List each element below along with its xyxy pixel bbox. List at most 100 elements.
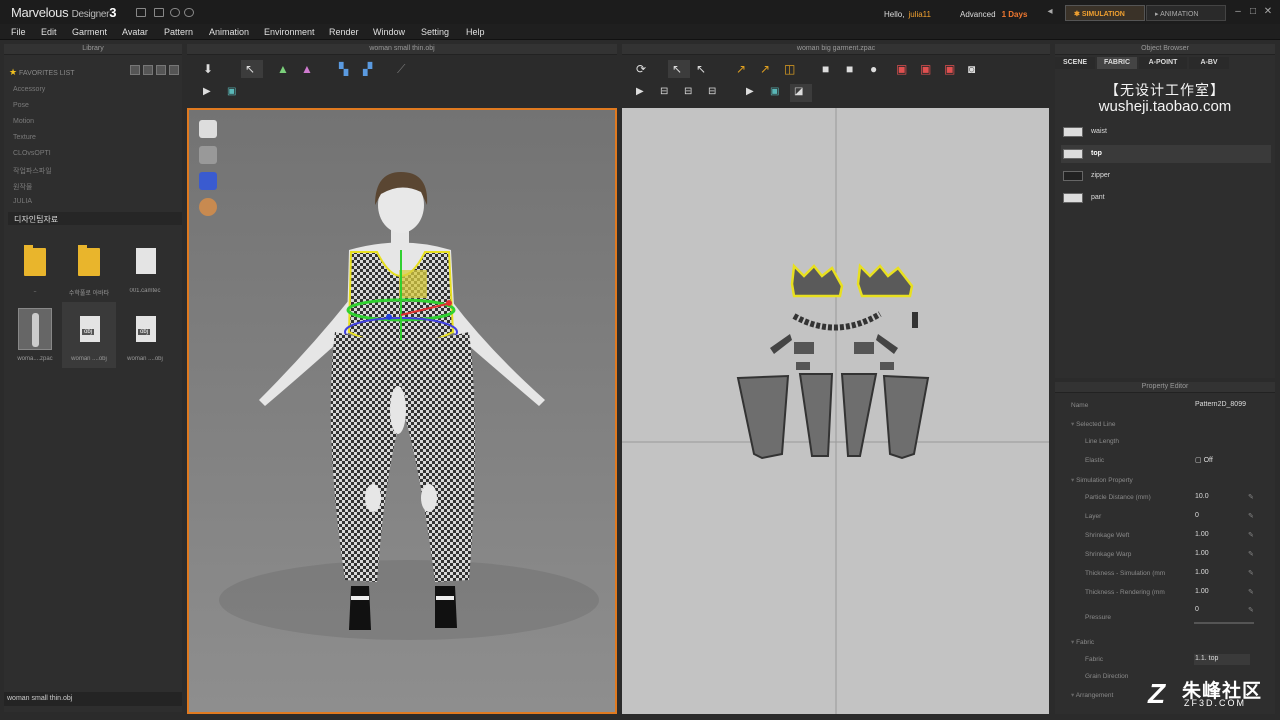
tab-scene[interactable]: SCENE [1055, 57, 1095, 69]
library-item-julia[interactable]: JULIA [13, 198, 32, 205]
circle-icon[interactable]: ● [866, 60, 888, 78]
segment-sewing-icon[interactable]: ▶ [632, 84, 654, 102]
menu-edit[interactable]: Edit [41, 27, 57, 37]
thumb-zpac-file[interactable]: woma....zpac [8, 302, 62, 368]
favorites-list[interactable]: ★ FAVORITES LIST [9, 67, 75, 78]
library-item-texture[interactable]: Texture [13, 134, 36, 141]
rectangle-icon[interactable]: ■ [842, 60, 864, 78]
avatar-render[interactable] [189, 110, 615, 712]
edit-pencil-icon[interactable]: ✎ [1248, 606, 1256, 614]
fold-sewing-icon[interactable]: ⊟ [704, 84, 726, 102]
minimize-icon[interactable]: – [1232, 6, 1244, 18]
arrangement-section[interactable]: Arrangement [1071, 691, 1114, 699]
thumb-parent-folder[interactable]: .. [8, 234, 62, 300]
edit-pencil-icon[interactable]: ✎ [1248, 512, 1256, 520]
menu-setting[interactable]: Setting [421, 27, 449, 37]
add-point-icon[interactable]: ↗ [756, 60, 778, 78]
pin-icon[interactable]: ▞ [359, 60, 381, 78]
grid-view-icon[interactable] [143, 65, 153, 75]
chart-icon[interactable] [136, 8, 146, 17]
grid-select-icon[interactable]: ▣ [223, 84, 245, 102]
edit-pencil-icon[interactable]: ✎ [1248, 493, 1256, 501]
annotation-icon[interactable]: ◪ [790, 84, 812, 102]
fabric-row-zipper[interactable]: zipper [1061, 167, 1271, 185]
transform-pattern-icon[interactable]: ↖ [668, 60, 690, 78]
folder-open-icon[interactable] [154, 8, 164, 17]
dart-icon[interactable]: ◙ [964, 60, 986, 78]
library-item-originals[interactable]: 원작물 [13, 182, 32, 192]
shrinkage-weft-value[interactable]: 1.00 [1194, 530, 1250, 541]
play-simulation-icon[interactable]: ▶ [199, 84, 221, 102]
name-value[interactable]: Pattern2D_8099 [1194, 400, 1264, 411]
simulation-property-section[interactable]: Simulation Property [1071, 476, 1133, 484]
layer-value[interactable]: 0 [1194, 511, 1250, 522]
edit-pencil-icon[interactable]: ✎ [1248, 531, 1256, 539]
edit-icon[interactable] [156, 65, 166, 75]
tack-icon[interactable]: ▚ [335, 60, 357, 78]
free-sewing-icon[interactable]: ⊟ [656, 84, 678, 102]
refresh-icon[interactable]: ⟳ [632, 60, 654, 78]
library-selected-folder[interactable]: 디자인팁자료 [8, 212, 182, 225]
library-item-accessory[interactable]: Accessory [13, 86, 45, 93]
library-item-motion[interactable]: Motion [13, 118, 34, 125]
library-item-work-files[interactable]: 작업파스파일 [13, 166, 52, 176]
thumb-obj-file[interactable]: woman ....obj [118, 302, 172, 368]
menu-pattern[interactable]: Pattern [164, 27, 193, 37]
thickness-simulation-value[interactable]: 1.00 [1194, 568, 1250, 579]
fabric-row-pant[interactable]: pant [1061, 189, 1271, 207]
menu-avatar[interactable]: Avatar [122, 27, 148, 37]
maximize-icon[interactable]: □ [1247, 6, 1259, 18]
menu-render[interactable]: Render [329, 27, 359, 37]
username[interactable]: julia11 [908, 10, 931, 19]
menu-garment[interactable]: Garment [72, 27, 107, 37]
undo-icon[interactable] [170, 8, 180, 17]
pressure-slider[interactable] [1194, 622, 1254, 624]
library-item-pose[interactable]: Pose [13, 102, 29, 109]
measure-icon[interactable]: ⟋ [393, 60, 415, 78]
cut-curve-icon[interactable]: ◫ [780, 60, 802, 78]
animation-mode-button[interactable]: ▸ ANIMATION [1146, 5, 1226, 21]
menu-file[interactable]: File [11, 27, 26, 37]
menu-environment[interactable]: Environment [264, 27, 315, 37]
internal-circle-icon[interactable]: ▣ [940, 60, 962, 78]
fabric-select[interactable]: 1.1. top [1194, 654, 1250, 665]
edit-curvature-icon[interactable]: ↗ [732, 60, 754, 78]
simulation-mode-button[interactable]: ✱ SIMULATION [1065, 5, 1145, 21]
garment-select-icon[interactable]: ▲ [273, 60, 295, 78]
thumb-camtec-file[interactable]: 001.camtec [118, 234, 172, 300]
tab-fabric[interactable]: FABRIC [1097, 57, 1137, 69]
menu-help[interactable]: Help [466, 27, 485, 37]
menu-animation[interactable]: Animation [209, 27, 249, 37]
tab-a-bv[interactable]: A-BV [1189, 57, 1229, 69]
menu-window[interactable]: Window [373, 27, 405, 37]
select-move-icon[interactable]: ↖ [241, 60, 263, 78]
close-icon[interactable]: ✕ [1262, 6, 1274, 18]
garment-fold-icon[interactable]: ▲ [297, 60, 319, 78]
redo-icon[interactable] [184, 8, 194, 17]
viewport-2d[interactable] [622, 108, 1049, 714]
fabric-row-waist[interactable]: waist [1061, 123, 1271, 141]
select-mesh-icon[interactable]: ▶ [742, 84, 764, 102]
list-view-icon[interactable] [169, 65, 179, 75]
settings-icon[interactable]: ◂ [1044, 6, 1056, 18]
particle-distance-value[interactable]: 10.0 [1194, 492, 1250, 503]
edit-point-icon[interactable]: ↖ [692, 60, 714, 78]
edit-pencil-icon[interactable]: ✎ [1248, 550, 1256, 558]
move-down-icon[interactable]: ⬇ [199, 60, 221, 78]
internal-rect-icon[interactable]: ▣ [916, 60, 938, 78]
pressure-value[interactable]: 0 [1194, 605, 1250, 616]
tab-a-point[interactable]: A-POINT [1139, 57, 1187, 69]
edit-sewing-icon[interactable]: ⊟ [680, 84, 702, 102]
polygon-icon[interactable]: ■ [818, 60, 840, 78]
fabric-row-top[interactable]: top [1061, 145, 1271, 163]
internal-polygon-icon[interactable]: ▣ [892, 60, 914, 78]
texture-edit-icon[interactable]: ▣ [766, 84, 788, 102]
edit-pencil-icon[interactable]: ✎ [1248, 569, 1256, 577]
add-icon[interactable] [130, 65, 140, 75]
thumb-avatar-folder[interactable]: 수학풀로 아바타 [62, 234, 116, 300]
thickness-rendering-value[interactable]: 1.00 [1194, 587, 1250, 598]
elastic-value[interactable]: ▢ Off [1194, 455, 1250, 466]
thumb-obj-file-selected[interactable]: woman ....obj [62, 302, 116, 368]
library-item-clo[interactable]: CLOvsOPTI [13, 150, 51, 157]
selected-line-section[interactable]: Selected Line [1071, 420, 1115, 428]
